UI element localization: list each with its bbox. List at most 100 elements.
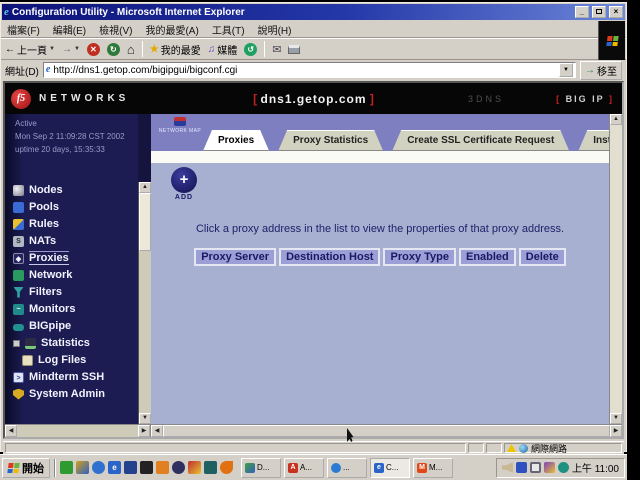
start-button[interactable]: 開始: [2, 458, 50, 478]
quicklaunch-icon-3[interactable]: [92, 461, 105, 474]
toolbar-separator: [264, 41, 265, 57]
rules-icon: [13, 219, 24, 230]
ie-app-icon: e: [4, 6, 9, 18]
back-icon: ←: [5, 44, 15, 55]
quicklaunch-icon-6[interactable]: [140, 461, 153, 474]
taskbar-window-button-3[interactable]: ...: [327, 458, 367, 478]
menu-favorites[interactable]: 我的最愛(A): [145, 22, 198, 37]
quicklaunch-icon-7[interactable]: [156, 461, 169, 474]
scrollbar-track[interactable]: [17, 425, 138, 437]
mail-icon[interactable]: ✉: [272, 43, 281, 56]
tab-proxy-statistics[interactable]: Proxy Statistics: [278, 130, 383, 151]
titlebar: e Configuration Utility - Microsoft Inte…: [2, 4, 625, 20]
sidebar-item-log-files[interactable]: Log Files: [22, 354, 137, 366]
scrollbar-track[interactable]: [139, 251, 151, 413]
scroll-down-icon[interactable]: ▼: [139, 413, 151, 424]
taskbar-window-button-5[interactable]: M M...: [413, 458, 453, 478]
scroll-right-icon[interactable]: ▶: [610, 425, 622, 437]
favorites-star-icon: ★: [150, 44, 159, 55]
sidebar-item-nats[interactable]: S NATs: [13, 235, 137, 247]
tray-app-icon[interactable]: [544, 462, 555, 473]
sidebar-item-proxies[interactable]: ◈ Proxies: [13, 252, 137, 264]
url-text[interactable]: http://dns1.getop.com/bigipgui/bigconf.c…: [53, 65, 556, 76]
tab-proxies[interactable]: Proxies: [203, 130, 269, 151]
messenger-icon[interactable]: [516, 462, 527, 473]
scrollbar-thumb[interactable]: [139, 193, 151, 251]
scroll-down-icon[interactable]: ▼: [610, 413, 622, 424]
display-icon[interactable]: [530, 462, 541, 473]
refresh-icon[interactable]: ↻: [107, 43, 120, 56]
print-icon[interactable]: [288, 45, 300, 54]
tab-create-ssl-certificate-request[interactable]: Create SSL Certificate Request: [392, 130, 569, 151]
taskbar-clock: 上午 11:00: [572, 460, 619, 475]
media-button[interactable]: ♫ 媒體: [208, 42, 238, 57]
sidebar-item-statistics[interactable]: Statistics: [13, 337, 137, 349]
scroll-right-icon[interactable]: ▶: [138, 425, 150, 437]
sidebar-item-network[interactable]: Network: [13, 269, 137, 281]
statistics-expander-icon[interactable]: [13, 340, 20, 347]
menu-tools[interactable]: 工具(T): [212, 22, 245, 37]
network-map-button[interactable]: NETWORK MAP: [156, 117, 204, 134]
horizontal-scrollbars: ◀ ▶ ◀ ▶: [5, 424, 622, 437]
proxy-table-header-row: Proxy Server Destination Host Proxy Type…: [151, 248, 609, 266]
pools-icon: [13, 202, 24, 213]
menu-edit[interactable]: 編輯(E): [53, 22, 86, 37]
back-button[interactable]: ← 上一頁 ▼: [5, 42, 55, 57]
status-pane: [486, 443, 502, 453]
quicklaunch-ie-icon[interactable]: e: [108, 461, 121, 474]
sidebar-item-filters[interactable]: Filters: [13, 286, 137, 298]
sidebar-item-pools[interactable]: Pools: [13, 201, 137, 213]
sidebar-hscrollbar: ◀ ▶: [5, 425, 151, 437]
sidebar-item-monitors[interactable]: ~ Monitors: [13, 303, 137, 315]
statistics-icon: [25, 338, 36, 349]
main-hscrollbar: ◀ ▶: [151, 425, 622, 437]
taskbar-divider: [54, 459, 56, 477]
taskbar-window-button-1[interactable]: D...: [241, 458, 281, 478]
sidebar-item-nodes[interactable]: Nodes: [13, 184, 137, 196]
taskbar-window-button-4-active[interactable]: e C...: [370, 458, 410, 478]
quicklaunch-icon-9[interactable]: [188, 461, 201, 474]
address-dropdown-icon[interactable]: ▼: [559, 63, 573, 77]
quicklaunch-icon-2[interactable]: [76, 461, 89, 474]
forward-icon: →: [62, 44, 72, 55]
quicklaunch-icon-8[interactable]: [172, 461, 185, 474]
back-dropdown-icon[interactable]: ▼: [49, 46, 55, 52]
add-proxy-button[interactable]: + ADD: [169, 167, 199, 201]
sidebar-item-system-admin[interactable]: System Admin: [13, 388, 137, 400]
quicklaunch-icon-11[interactable]: [220, 461, 233, 474]
filters-icon: [13, 287, 24, 298]
restore-button[interactable]: [592, 6, 606, 18]
address-input[interactable]: e http://dns1.getop.com/bigipgui/bigconf…: [43, 62, 576, 78]
history-icon[interactable]: ↺: [244, 43, 257, 56]
network-status-icon[interactable]: [558, 462, 569, 473]
scrollbar-track[interactable]: [610, 125, 622, 413]
quicklaunch-icon-1[interactable]: [60, 461, 73, 474]
scrollbar-thumb[interactable]: [163, 425, 610, 437]
menu-help[interactable]: 說明(H): [258, 22, 292, 37]
quicklaunch-icon-5[interactable]: [124, 461, 137, 474]
stop-icon[interactable]: ✕: [87, 43, 100, 56]
scroll-up-icon[interactable]: ▲: [139, 182, 151, 193]
menu-file[interactable]: 檔案(F): [7, 22, 40, 37]
favorites-button[interactable]: ★ 我的最愛: [150, 42, 201, 57]
home-icon[interactable]: ⌂: [127, 42, 135, 57]
forward-dropdown-icon[interactable]: ▼: [74, 46, 80, 52]
sidebar-item-rules[interactable]: Rules: [13, 218, 137, 230]
minimize-button[interactable]: _: [575, 6, 589, 18]
tab-install-ssl-certificate[interactable]: Install SSL Certif: [578, 130, 609, 151]
forward-button[interactable]: → ▼: [62, 44, 80, 55]
volume-icon[interactable]: [502, 462, 513, 473]
scroll-left-icon[interactable]: ◀: [5, 425, 17, 437]
menu-view[interactable]: 檢視(V): [99, 22, 132, 37]
sidebar-item-mindterm-ssh[interactable]: > Mindterm SSH: [13, 371, 137, 383]
close-button[interactable]: ×: [609, 6, 623, 18]
f5-header: f5 NETWORKS [ dns1.getop.com ] 3DNS [ BI…: [5, 83, 622, 114]
sidebar-item-bigpipe[interactable]: BIGpipe: [13, 320, 137, 332]
go-button[interactable]: → 移至: [580, 61, 622, 80]
quick-launch: e: [60, 461, 233, 474]
taskbar-window-button-2[interactable]: A A...: [284, 458, 324, 478]
quicklaunch-icon-10[interactable]: [204, 461, 217, 474]
scroll-up-icon[interactable]: ▲: [610, 114, 622, 125]
internet-zone-icon: [519, 444, 528, 453]
scroll-left-icon[interactable]: ◀: [151, 425, 163, 437]
